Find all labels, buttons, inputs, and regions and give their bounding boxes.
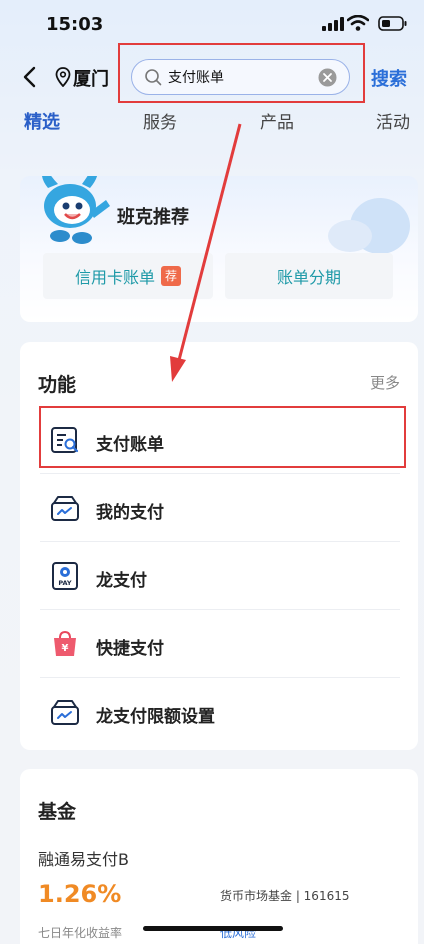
fund-type: 货币市场基金 | 161615: [220, 889, 350, 903]
list-item-label: 龙支付: [96, 571, 147, 591]
highlight-box-pay-bill: [39, 406, 406, 468]
tab-activities[interactable]: 活动: [376, 108, 410, 133]
fund-section-title: 基金: [38, 801, 77, 823]
fund-name: 融通易支付B: [38, 850, 129, 869]
limit-wallet-icon: [51, 700, 79, 725]
recommend-card: 班克推荐 信用卡账单 荐 账单分期: [20, 176, 418, 322]
recommend-title: 班克推荐: [117, 207, 189, 228]
list-item-quick-pay[interactable]: ¥ 快捷支付: [40, 610, 400, 678]
cloud-decoration-icon: [328, 198, 410, 254]
function-section-title: 功能: [38, 374, 77, 396]
tab-products[interactable]: 产品: [260, 108, 294, 133]
list-item-my-payment[interactable]: 我的支付: [40, 474, 400, 542]
fund-card[interactable]: 基金 融通易支付B 1.26% 货币市场基金 | 161615 七日年化收益率 …: [20, 769, 418, 944]
location-pin-icon[interactable]: [55, 67, 71, 87]
list-item-long-pay[interactable]: PAY 龙支付: [40, 542, 400, 610]
list-item-label: 龙支付限额设置: [96, 707, 215, 727]
bill-installment-button[interactable]: 账单分期: [225, 253, 393, 299]
mascot-icon: [42, 176, 110, 244]
search-button[interactable]: 搜索: [371, 65, 407, 91]
quick-pay-bag-icon: ¥: [54, 630, 76, 656]
battery-icon: [378, 16, 407, 31]
fund-rate-label: 七日年化收益率: [38, 926, 123, 940]
status-time: 15:03: [46, 14, 104, 35]
bill-installment-label: 账单分期: [276, 268, 341, 287]
city-selector[interactable]: 厦门: [73, 65, 109, 91]
list-item-label: 快捷支付: [96, 639, 164, 659]
list-item-label: 我的支付: [96, 503, 164, 523]
credit-card-bill-label: 信用卡账单: [74, 268, 155, 287]
svg-text:¥: ¥: [62, 643, 69, 654]
more-link[interactable]: 更多: [370, 372, 400, 393]
back-arrow-icon[interactable]: [20, 66, 40, 88]
tab-featured[interactable]: 精选: [24, 108, 60, 134]
fund-rate: 1.26%: [38, 880, 122, 908]
tab-services[interactable]: 服务: [143, 108, 177, 133]
list-item-long-pay-limit[interactable]: 龙支付限额设置: [40, 678, 400, 746]
wallet-icon: [51, 496, 79, 521]
home-indicator: [143, 926, 283, 931]
long-pay-icon: PAY: [52, 562, 78, 590]
wifi-icon: [347, 15, 369, 31]
cellular-signal-icon: [322, 17, 344, 31]
category-tabs: 精选 服务 产品 活动: [0, 108, 424, 136]
svg-text:PAY: PAY: [58, 579, 72, 587]
function-card: 功能 更多 支付账单 我的支付 PAY 龙支付 ¥ 快捷支付 龙支付限额设置: [20, 342, 418, 750]
credit-card-bill-button[interactable]: 信用卡账单 荐: [43, 253, 213, 299]
recommend-tag: 荐: [161, 266, 181, 286]
highlight-box-search: [118, 43, 365, 103]
